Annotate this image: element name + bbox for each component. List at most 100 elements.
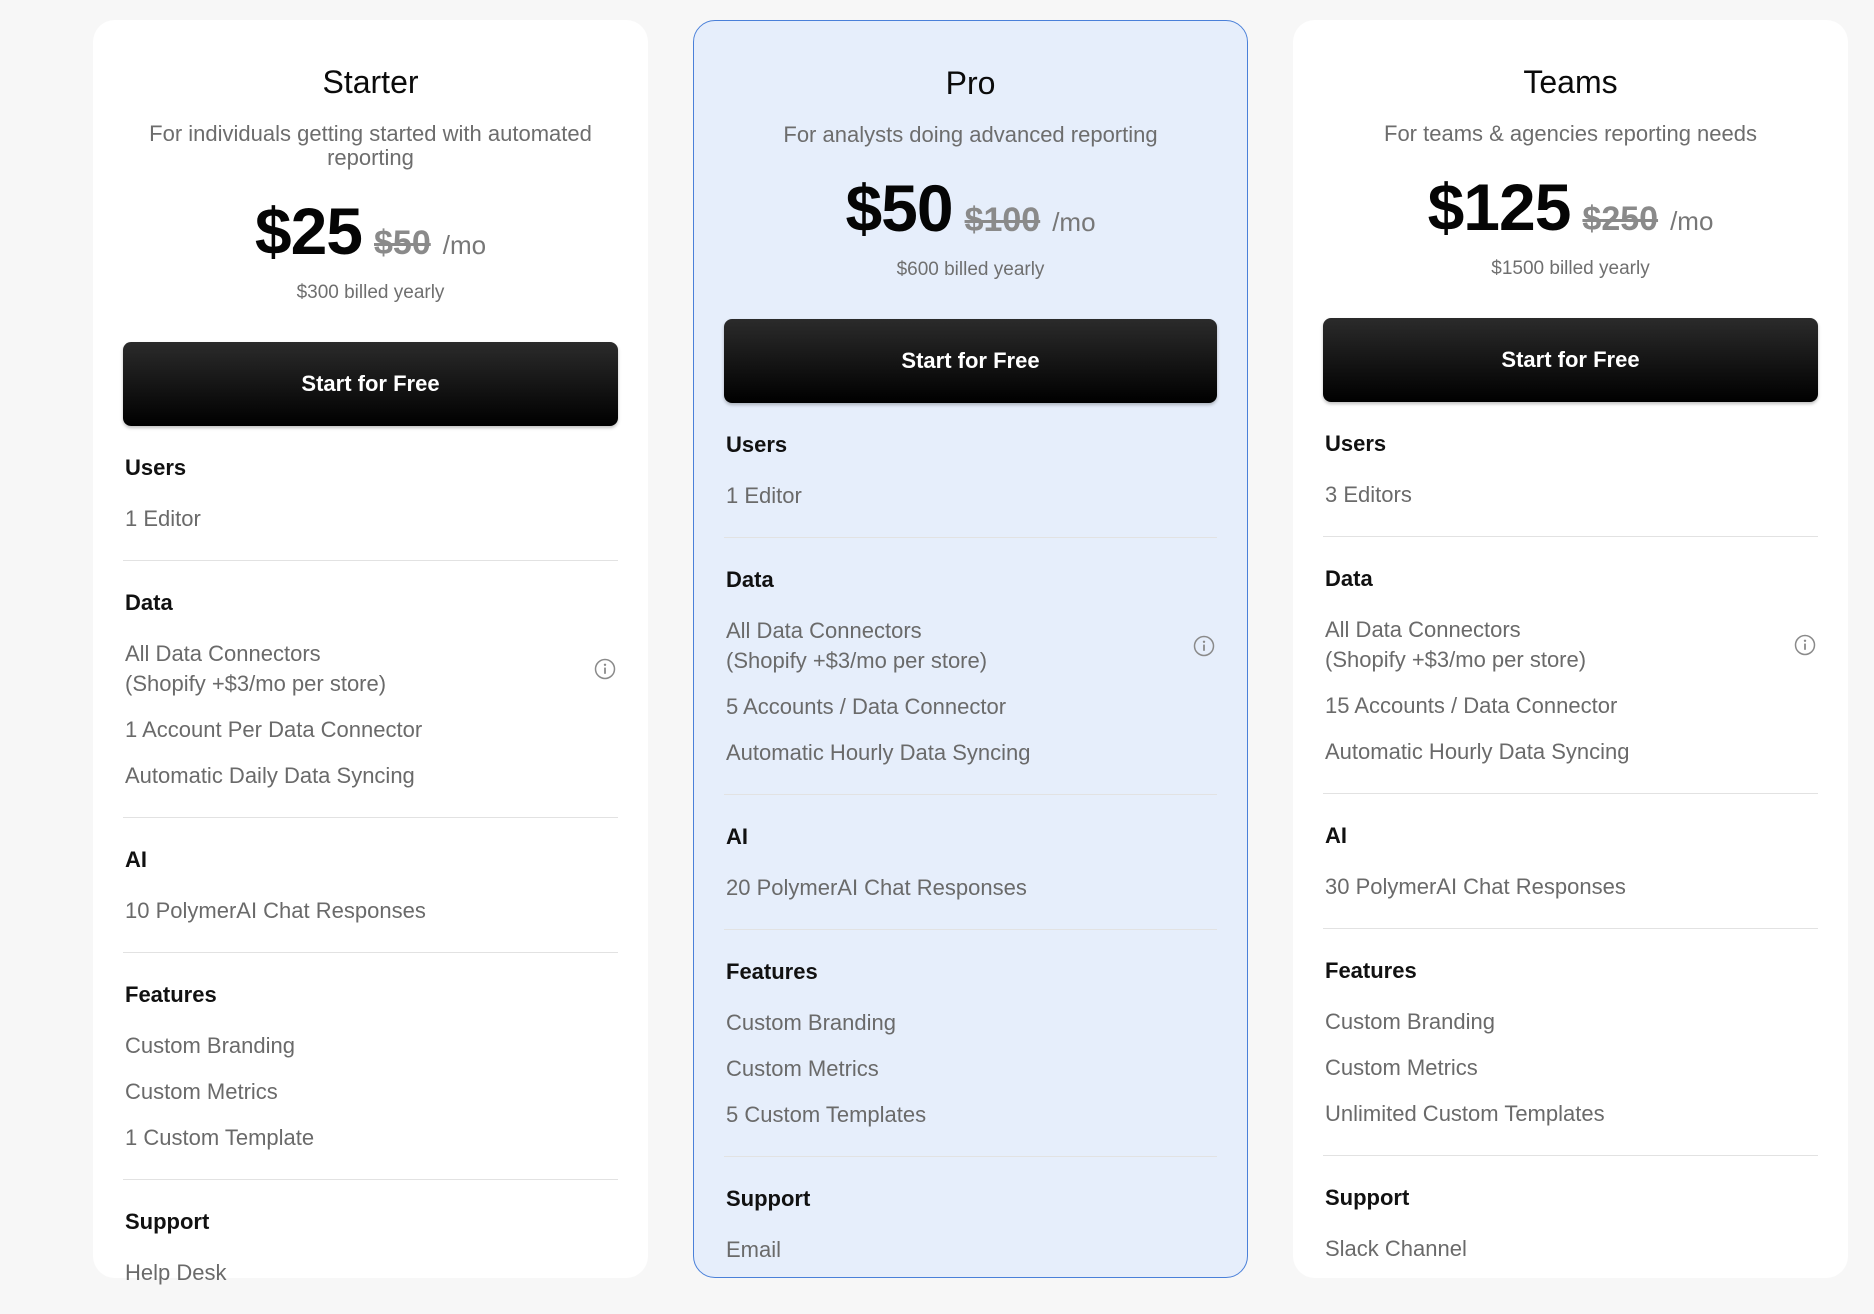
section-title: Support (125, 1209, 210, 1234)
info-icon[interactable] (1794, 634, 1816, 656)
start-for-free-button[interactable]: Start for Free (123, 342, 618, 426)
feature-text: 3 Editors (1325, 482, 1412, 507)
feature-list: 1 Editor (125, 480, 616, 560)
section-ai: AI 10 PolymerAI Chat Responses (123, 818, 618, 953)
feature-text: 30 PolymerAI Chat Responses (1325, 874, 1626, 899)
section-title: Support (1325, 1185, 1410, 1210)
price-row: $25 $50/mo (123, 198, 618, 264)
feature-list: All Data Connectors (Shopify +$3/mo per s… (125, 615, 616, 817)
feature-list: 1 Editor (726, 457, 1215, 537)
feature-text: Unlimited Custom Templates (1325, 1101, 1605, 1126)
feature-item: 1 Account Per Data Connector (125, 707, 616, 753)
info-icon[interactable] (594, 658, 616, 680)
feature-text: 1 Account Per Data Connector (125, 717, 423, 742)
section-data: Data All Data Connectors (Shopify +$3/mo p… (1323, 537, 1818, 794)
feature-item: 1 Editor (125, 496, 616, 542)
start-for-free-button[interactable]: Start for Free (724, 319, 1217, 403)
section-title: Users (726, 432, 788, 457)
section-title: Features (125, 982, 217, 1007)
feature-text: 1 Editor (726, 483, 802, 508)
feature-text: Help Desk (125, 1260, 227, 1285)
feature-list: All Data Connectors (Shopify +$3/mo per s… (1325, 591, 1816, 793)
plan-card-starter: Starter For individuals getting started w… (93, 20, 648, 1285)
section-data: Data All Data Connectors (Shopify +$3/mo p… (123, 561, 618, 818)
feature-item: All Data Connectors (Shopify +$3/mo per s… (726, 608, 1215, 684)
feature-item: 5 Custom Templates (726, 1092, 1215, 1138)
feature-list: Slack Channel (1325, 1210, 1816, 1290)
section-title: Users (125, 455, 187, 480)
plan-description: For teams & agencies reporting needs (1384, 121, 1757, 146)
section-features: Features Custom Branding Custom Metrics Unl… (1323, 929, 1818, 1156)
feature-text: Custom Metrics (125, 1079, 278, 1104)
original-price: $50 (374, 224, 431, 262)
feature-item: 3 Editors (1325, 472, 1816, 518)
section-support: Support Email (724, 1157, 1217, 1291)
feature-text: Custom Branding (125, 1033, 295, 1058)
feature-text: 5 Custom Templates (726, 1102, 927, 1127)
feature-text: All Data Connectors (726, 618, 922, 643)
billed-yearly: $300 billed yearly (296, 282, 445, 303)
feature-list: 3 Editors (1325, 456, 1816, 536)
price-period: /mo (1670, 206, 1714, 236)
feature-item: All Data Connectors (Shopify +$3/mo per s… (125, 631, 616, 707)
section-title: Users (1325, 431, 1387, 456)
feature-list: Custom Branding Custom Metrics 1 Custom Te… (125, 1007, 616, 1179)
billed-yearly: $1500 billed yearly (1491, 258, 1650, 279)
section-title: AI (125, 847, 147, 872)
feature-item: 1 Editor (726, 473, 1215, 519)
feature-text: Automatic Daily Data Syncing (125, 763, 415, 788)
feature-text: 15 Accounts / Data Connector (1325, 693, 1618, 718)
feature-text: Email (726, 1237, 782, 1262)
feature-text: Custom Metrics (1325, 1055, 1478, 1080)
price-row: $50 $100/mo (724, 175, 1217, 241)
billed-yearly: $600 billed yearly (896, 259, 1045, 280)
section-title: Data (125, 590, 173, 615)
plan-description: For individuals getting started with aut… (149, 121, 592, 170)
feature-item: 10 PolymerAI Chat Responses (125, 888, 616, 934)
section-users: Users 1 Editor (123, 426, 618, 561)
section-title: AI (726, 824, 748, 849)
info-icon[interactable] (1193, 635, 1215, 657)
feature-item: Custom Branding (726, 1000, 1215, 1046)
feature-item: Automatic Hourly Data Syncing (726, 730, 1215, 776)
feature-list: Custom Branding Custom Metrics Unlimited C… (1325, 983, 1816, 1155)
feature-list: Custom Branding Custom Metrics 5 Custom Te… (726, 984, 1215, 1156)
feature-text: 1 Custom Template (125, 1125, 315, 1150)
plan-description: For analysts doing advanced reporting (783, 122, 1158, 147)
section-features: Features Custom Branding Custom Metrics 5 C… (724, 930, 1217, 1157)
section-support: Support Slack Channel (1323, 1156, 1818, 1290)
section-title: Support (726, 1186, 811, 1211)
feature-item: 20 PolymerAI Chat Responses (726, 865, 1215, 911)
feature-text: Custom Metrics (726, 1056, 879, 1081)
feature-text: 20 PolymerAI Chat Responses (726, 875, 1027, 900)
feature-text: Automatic Hourly Data Syncing (726, 740, 1031, 765)
feature-list: Help Desk (125, 1234, 616, 1314)
feature-item: Slack Channel (1325, 1226, 1816, 1272)
section-features: Features Custom Branding Custom Metrics 1 C… (123, 953, 618, 1180)
section-data: Data All Data Connectors (Shopify +$3/mo p… (724, 538, 1217, 795)
feature-text: 10 PolymerAI Chat Responses (125, 898, 426, 923)
feature-item: Help Desk (125, 1250, 616, 1296)
feature-item: 1 Custom Template (125, 1115, 616, 1161)
feature-item: 30 PolymerAI Chat Responses (1325, 864, 1816, 910)
feature-item: 15 Accounts / Data Connector (1325, 683, 1816, 729)
section-title: Features (726, 959, 818, 984)
section-users: Users 1 Editor (724, 403, 1217, 538)
start-for-free-button[interactable]: Start for Free (1323, 318, 1818, 402)
price-period: /mo (442, 230, 487, 260)
plan-card-pro: Pro For analysts doing advanced reporting… (693, 20, 1248, 1278)
plan-name: Pro (945, 65, 996, 101)
section-title: Features (1325, 958, 1417, 983)
price-row: $125 $250/mo (1323, 174, 1818, 240)
feature-text: Custom Branding (726, 1010, 896, 1035)
section-support: Support Help Desk (123, 1180, 618, 1314)
price: $25 (254, 194, 363, 268)
section-ai: AI 30 PolymerAI Chat Responses (1323, 794, 1818, 929)
feature-list: 10 PolymerAI Chat Responses (125, 872, 616, 952)
feature-item: Custom Metrics (125, 1069, 616, 1115)
section-title: Data (1325, 566, 1373, 591)
feature-item: 5 Accounts / Data Connector (726, 684, 1215, 730)
plan-card-teams: Teams For teams & agencies reporting need… (1293, 20, 1848, 1278)
feature-text: 5 Accounts / Data Connector (726, 694, 1007, 719)
section-title: Data (726, 567, 774, 592)
